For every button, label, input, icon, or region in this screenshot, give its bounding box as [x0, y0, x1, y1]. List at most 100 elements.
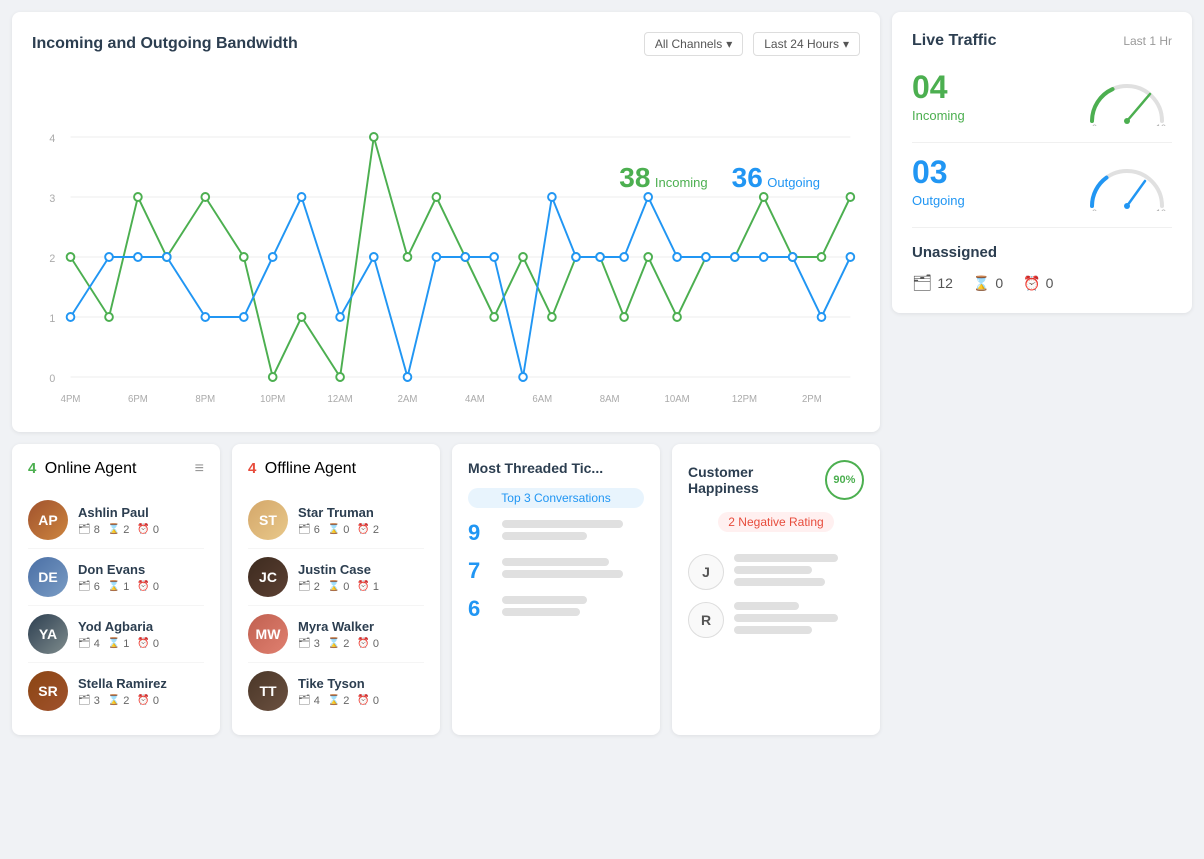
unassigned-title: Unassigned — [912, 244, 1172, 261]
agent-name: Star Truman — [298, 505, 424, 520]
negative-rating: 2 Negative Rating — [718, 512, 833, 532]
ticket-count: 🗂3 — [298, 638, 320, 650]
agent-info: Don Evans 🗂6 ⌛1 ⏰0 — [78, 562, 204, 593]
channels-filter[interactable]: All Channels ▾ — [644, 32, 743, 56]
person-avatar: J — [688, 554, 724, 590]
agent-avatar: MW — [248, 614, 288, 654]
overdue-count: ⏰0 — [137, 524, 159, 536]
customer-happiness-card: Customer Happiness 90% 2 Negative Rating… — [672, 444, 880, 735]
agent-name: Myra Walker — [298, 619, 424, 634]
thread-bar — [502, 520, 623, 528]
overdue-count: ⏰2 — [357, 524, 379, 536]
online-agents-list: AP Ashlin Paul 🗂8 ⌛2 ⏰0 DE Don Evans 🗂6 … — [28, 492, 204, 719]
agent-avatar: DE — [28, 557, 68, 597]
overdue-count: ⏰0 — [357, 695, 379, 707]
agent-avatar: TT — [248, 671, 288, 711]
ticket-count: 🗂6 — [298, 524, 320, 536]
bandwidth-filters: All Channels ▾ Last 24 Hours ▾ — [644, 32, 860, 56]
svg-text:4: 4 — [49, 133, 55, 145]
svg-text:12AM: 12AM — [328, 394, 353, 405]
person-lines — [734, 602, 864, 634]
thread-item: 6 — [468, 596, 644, 622]
happiness-person: J — [688, 554, 864, 590]
bottom-row: 4 Online Agent ≡ AP Ashlin Paul 🗂8 ⌛2 ⏰0… — [12, 444, 880, 735]
unassigned-overdue: ⏰ 0 — [1023, 273, 1053, 293]
outgoing-metric: 03 Outgoing 0 10 — [912, 151, 1172, 211]
live-traffic-period: Last 1 Hr — [1123, 34, 1172, 48]
agent-stats: 🗂6 ⌛1 ⏰0 — [78, 581, 204, 593]
svg-text:10PM: 10PM — [260, 394, 285, 405]
ticket-count: 🗂6 — [78, 581, 100, 593]
agent-avatar: SR — [28, 671, 68, 711]
urgent-count: ⌛2 — [108, 524, 130, 536]
person-line — [734, 566, 812, 574]
thread-bar — [502, 570, 623, 578]
thread-item: 9 — [468, 520, 644, 546]
live-traffic-title: Live Traffic — [912, 32, 996, 50]
live-traffic-card: Live Traffic Last 1 Hr 04 Incoming 0 10 — [892, 12, 1192, 313]
agent-stats: 🗂3 ⌛2 ⏰0 — [298, 638, 424, 650]
agent-name: Ashlin Paul — [78, 505, 204, 520]
live-traffic-header: Live Traffic Last 1 Hr — [912, 32, 1172, 50]
thread-bar — [502, 608, 580, 616]
outgoing-label: Outgoing — [912, 193, 965, 208]
agent-avatar: AP — [28, 500, 68, 540]
agent-row: SR Stella Ramirez 🗂3 ⌛2 ⏰0 — [28, 663, 204, 719]
svg-text:6AM: 6AM — [532, 394, 552, 405]
period-filter[interactable]: Last 24 Hours ▾ — [753, 32, 860, 56]
offline-agents-header: 4 Offline Agent — [248, 460, 424, 478]
ticket-count: 🗂4 — [298, 695, 320, 707]
agent-info: Yod Agbaria 🗂4 ⌛1 ⏰0 — [78, 619, 204, 650]
agent-stats: 🗂4 ⌛1 ⏰0 — [78, 638, 204, 650]
agent-name: Justin Case — [298, 562, 424, 577]
agent-name: Tike Tyson — [298, 676, 424, 691]
thread-number: 6 — [468, 596, 492, 622]
svg-text:3: 3 — [49, 193, 55, 205]
online-agents-card: 4 Online Agent ≡ AP Ashlin Paul 🗂8 ⌛2 ⏰0… — [12, 444, 220, 735]
agent-name: Yod Agbaria — [78, 619, 204, 634]
ticket-count: 🗂8 — [78, 524, 100, 536]
overdue-count: ⏰0 — [137, 695, 159, 707]
svg-text:2AM: 2AM — [398, 394, 418, 405]
agent-row: AP Ashlin Paul 🗂8 ⌛2 ⏰0 — [28, 492, 204, 549]
unassigned-section: Unassigned 🗂 12 ⌛ 0 ⏰ 0 — [912, 236, 1172, 293]
thread-bar — [502, 596, 587, 604]
svg-text:6PM: 6PM — [128, 394, 148, 405]
most-threaded-card: Most Threaded Tic... Top 3 Conversations… — [452, 444, 660, 735]
agent-row: YA Yod Agbaria 🗂4 ⌛1 ⏰0 — [28, 606, 204, 663]
svg-text:8AM: 8AM — [600, 394, 620, 405]
hamburger-icon[interactable]: ≡ — [195, 460, 204, 478]
main-content: Incoming and Outgoing Bandwidth All Chan… — [12, 12, 880, 785]
agent-row: TT Tike Tyson 🗂4 ⌛2 ⏰0 — [248, 663, 424, 719]
urgent-count: ⌛1 — [108, 581, 130, 593]
ticket-count: 🗂3 — [78, 695, 100, 707]
person-line — [734, 554, 838, 562]
agent-avatar: JC — [248, 557, 288, 597]
incoming-value: 04 Incoming — [912, 69, 965, 123]
happiness-persons: J R — [688, 554, 864, 638]
person-line — [734, 626, 812, 634]
offline-agents-card: 4 Offline Agent ST Star Truman 🗂6 ⌛0 ⏰2 … — [232, 444, 440, 735]
svg-text:2PM: 2PM — [802, 394, 822, 405]
bandwidth-card: Incoming and Outgoing Bandwidth All Chan… — [12, 12, 880, 432]
bandwidth-title: Incoming and Outgoing Bandwidth — [32, 35, 298, 53]
svg-text:12PM: 12PM — [732, 394, 757, 405]
incoming-number: 04 — [912, 69, 965, 106]
urgent-count: ⌛2 — [328, 638, 350, 650]
thread-number: 9 — [468, 520, 492, 546]
thread-bars — [502, 520, 644, 540]
thread-items: 9 7 6 — [468, 520, 644, 622]
right-sidebar: Live Traffic Last 1 Hr 04 Incoming 0 10 — [892, 12, 1192, 785]
agent-name: Stella Ramirez — [78, 676, 204, 691]
unassigned-urgent: ⌛ 0 — [973, 273, 1003, 293]
agent-name: Don Evans — [78, 562, 204, 577]
happiness-title: Customer Happiness — [688, 464, 825, 496]
outgoing-value: 03 Outgoing — [912, 154, 965, 208]
agent-row: ST Star Truman 🗂6 ⌛0 ⏰2 — [248, 492, 424, 549]
urgent-count: ⌛1 — [108, 638, 130, 650]
happiness-header: Customer Happiness 90% — [688, 460, 864, 500]
svg-text:4PM: 4PM — [61, 394, 81, 405]
unassigned-count: 🗂 12 — [912, 273, 953, 293]
incoming-gauge: 0 10 — [1082, 66, 1172, 126]
agent-row: MW Myra Walker 🗂3 ⌛2 ⏰0 — [248, 606, 424, 663]
